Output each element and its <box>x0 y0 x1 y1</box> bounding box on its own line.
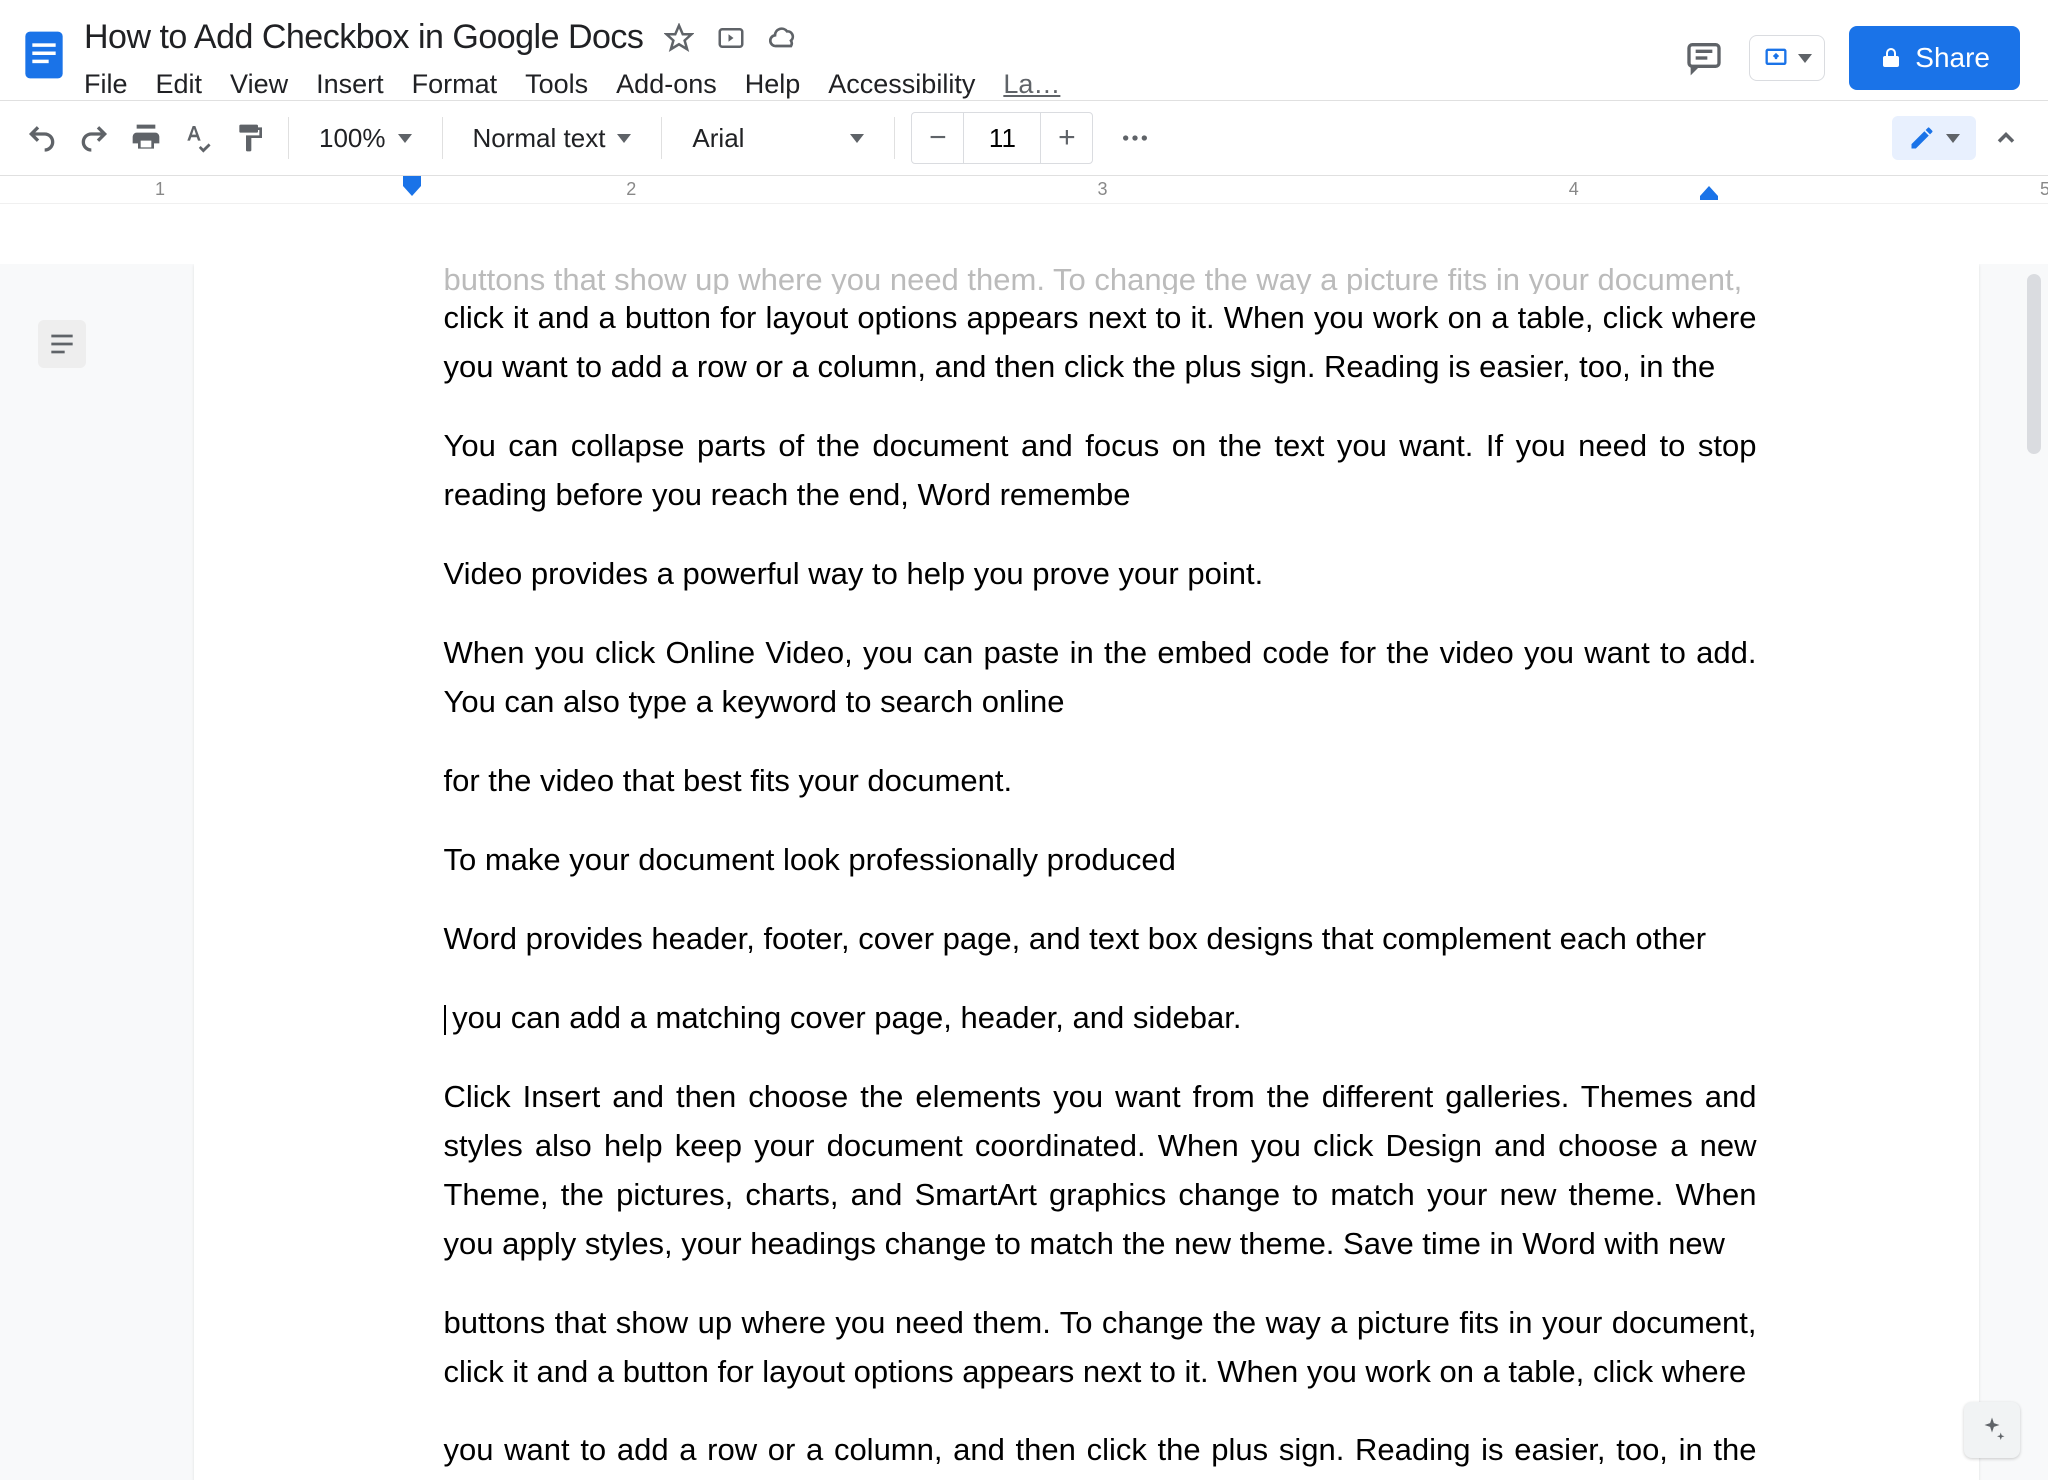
menu-last-edit[interactable]: La… <box>1003 69 1060 100</box>
editing-mode-button[interactable] <box>1892 116 1976 160</box>
paragraph: you want to add a row or a column, and t… <box>444 1426 1757 1480</box>
ruler-num-4: 4 <box>1569 179 1579 200</box>
document-title[interactable]: How to Add Checkbox in Google Docs <box>84 18 643 57</box>
present-button[interactable] <box>1749 35 1825 81</box>
font-dropdown[interactable]: Arial <box>678 123 878 154</box>
decrease-font-button[interactable]: − <box>912 113 964 163</box>
collapse-toolbar-icon[interactable] <box>1984 116 2028 160</box>
more-icon[interactable] <box>1113 116 1157 160</box>
chevron-down-icon <box>1798 54 1812 63</box>
increase-font-button[interactable]: + <box>1040 113 1092 163</box>
ruler-num-2: 2 <box>626 179 636 200</box>
paragraph: Word provides header, footer, cover page… <box>444 915 1757 964</box>
paragraph: When you click Online Video, you can pas… <box>444 629 1757 727</box>
workspace: buttons that show up where you need them… <box>0 264 2048 1480</box>
share-button[interactable]: Share <box>1849 26 2020 90</box>
font-size-value[interactable]: 11 <box>964 113 1040 163</box>
menu-addons[interactable]: Add-ons <box>616 69 717 100</box>
ruler-num-1: 1 <box>155 179 165 200</box>
paragraph-with-cursor: you can add a matching cover page, heade… <box>444 994 1757 1043</box>
side-panel <box>0 264 124 1480</box>
paragraph: You can collapse parts of the document a… <box>444 422 1757 520</box>
move-icon[interactable] <box>715 22 747 54</box>
ruler-num-5: 5 <box>2040 179 2048 200</box>
partially-visible-line: buttons that show up where you need them… <box>444 264 1757 294</box>
header-right: Share <box>1683 12 2028 90</box>
font-value: Arial <box>692 123 744 154</box>
style-value: Normal text <box>473 123 606 154</box>
paragraph: Video provides a powerful way to help yo… <box>444 550 1757 599</box>
indent-marker-left[interactable] <box>403 176 421 203</box>
menu-edit[interactable]: Edit <box>156 69 203 100</box>
menu-help[interactable]: Help <box>745 69 801 100</box>
star-icon[interactable] <box>663 22 695 54</box>
ruler-num-3: 3 <box>1097 179 1107 200</box>
chevron-down-icon <box>850 134 864 143</box>
explore-button[interactable] <box>1964 1402 2020 1458</box>
outline-icon[interactable] <box>38 320 86 368</box>
font-size-stepper: − 11 + <box>911 112 1093 164</box>
paragraph-text: you can add a matching cover page, heade… <box>444 1000 1242 1035</box>
redo-icon[interactable] <box>72 116 116 160</box>
document-area[interactable]: buttons that show up where you need them… <box>124 264 2048 1480</box>
style-dropdown[interactable]: Normal text <box>459 123 646 154</box>
comments-icon[interactable] <box>1683 37 1725 79</box>
indent-marker-right[interactable] <box>1700 184 1718 205</box>
menu-insert[interactable]: Insert <box>316 69 384 100</box>
menu-file[interactable]: File <box>84 69 128 100</box>
toolbar: 100% Normal text Arial − 11 + <box>0 100 2048 176</box>
title-area: How to Add Checkbox in Google Docs File … <box>76 12 1683 100</box>
menu-format[interactable]: Format <box>412 69 498 100</box>
menu-bar: File Edit View Insert Format Tools Add-o… <box>84 57 1683 100</box>
format-paint-icon[interactable] <box>228 116 272 160</box>
zoom-value: 100% <box>319 123 386 154</box>
share-label: Share <box>1915 42 1990 74</box>
paragraph: for the video that best fits your docume… <box>444 757 1757 806</box>
page[interactable]: buttons that show up where you need them… <box>194 264 1979 1480</box>
menu-view[interactable]: View <box>230 69 288 100</box>
paragraph: Click Insert and then choose the element… <box>444 1073 1757 1269</box>
chevron-down-icon <box>617 134 631 143</box>
paragraph: buttons that show up where you need them… <box>444 1299 1757 1397</box>
cloud-icon[interactable] <box>767 22 799 54</box>
chevron-down-icon <box>398 134 412 143</box>
scrollbar-thumb[interactable] <box>2027 274 2041 454</box>
spellcheck-icon[interactable] <box>176 116 220 160</box>
docs-logo[interactable] <box>12 12 76 98</box>
undo-icon[interactable] <box>20 116 64 160</box>
paragraph: click it and a button for layout options… <box>444 294 1757 392</box>
header-bar: How to Add Checkbox in Google Docs File … <box>0 0 2048 100</box>
chevron-down-icon <box>1946 134 1960 143</box>
paragraph: To make your document look professionall… <box>444 836 1757 885</box>
menu-accessibility[interactable]: Accessibility <box>828 69 975 100</box>
ruler[interactable]: 1 2 3 4 5 6 <box>0 176 2048 204</box>
zoom-dropdown[interactable]: 100% <box>305 123 426 154</box>
print-icon[interactable] <box>124 116 168 160</box>
menu-tools[interactable]: Tools <box>525 69 588 100</box>
scrollbar[interactable] <box>2024 274 2044 1360</box>
